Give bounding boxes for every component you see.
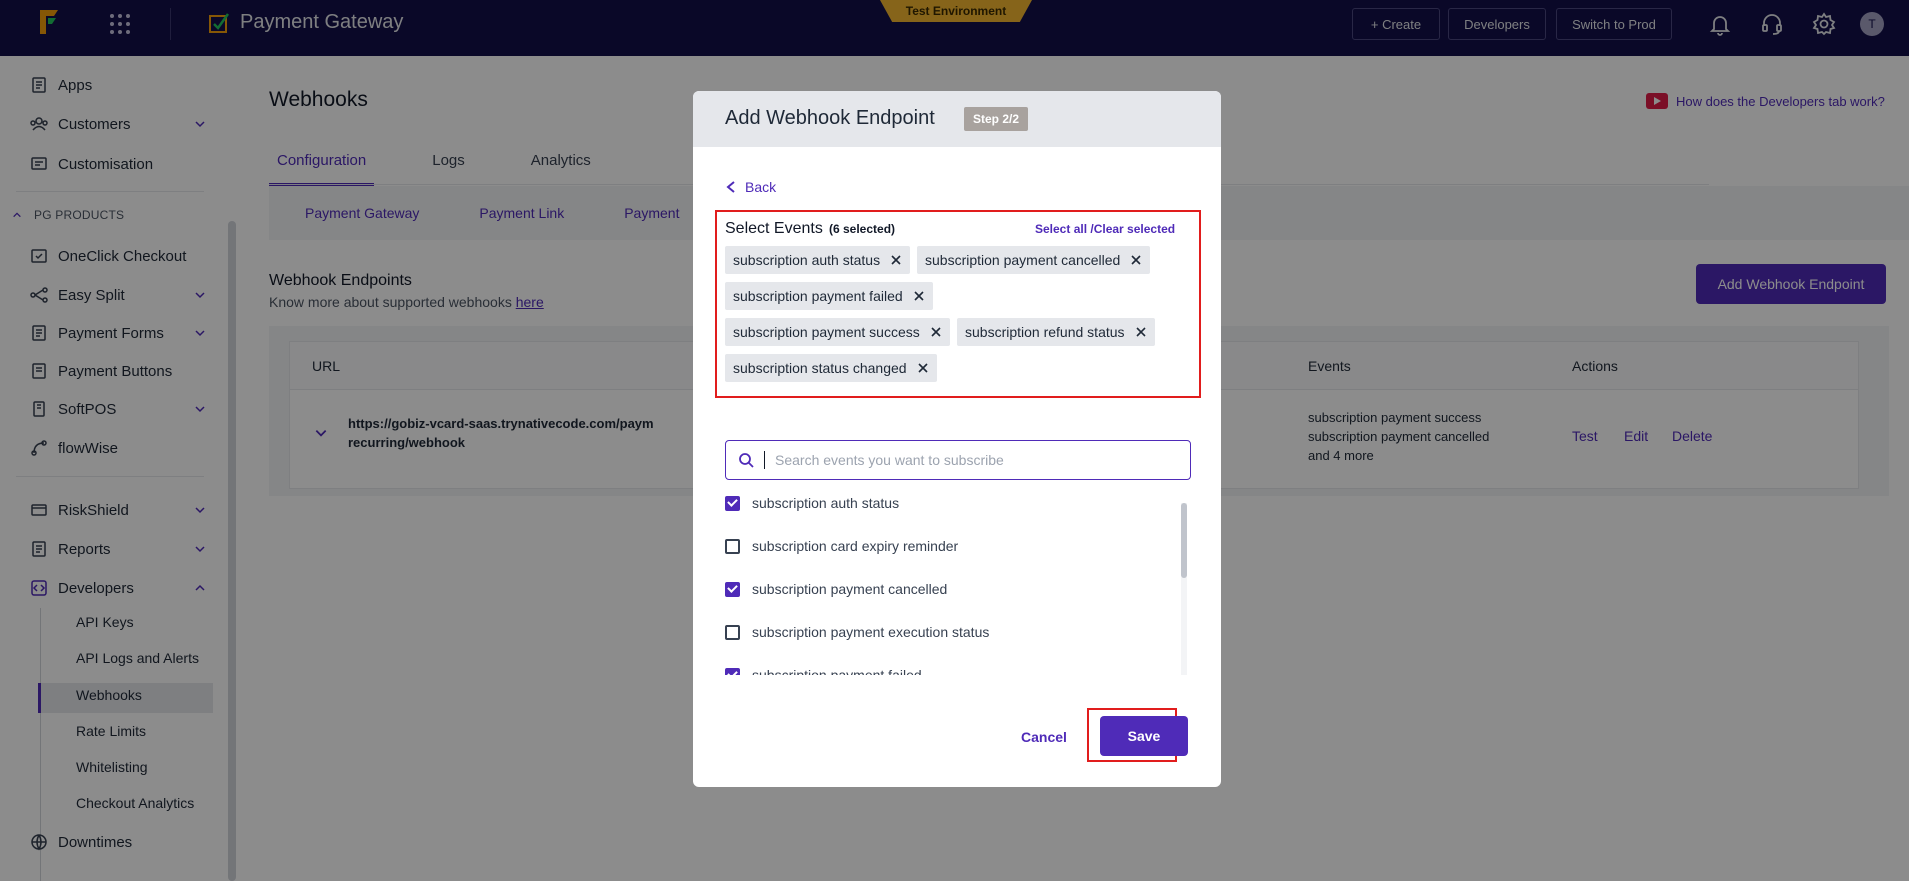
remove-chip-icon[interactable] bbox=[1130, 254, 1142, 266]
event-chip-label: subscription payment cancelled bbox=[925, 252, 1121, 268]
event-chip-label: subscription refund status bbox=[965, 324, 1125, 340]
remove-chip-icon[interactable] bbox=[890, 254, 902, 266]
save-button[interactable]: Save bbox=[1100, 716, 1188, 756]
event-option[interactable]: subscription payment execution status bbox=[725, 624, 989, 640]
event-option[interactable]: subscription auth status bbox=[725, 495, 899, 511]
cancel-button[interactable]: Cancel bbox=[1021, 729, 1067, 745]
checkbox-checked[interactable] bbox=[725, 495, 740, 511]
back-button[interactable]: Back bbox=[725, 179, 776, 195]
event-chip: subscription refund status bbox=[957, 318, 1155, 346]
modal-title: Add Webhook Endpoint bbox=[725, 107, 935, 129]
event-option[interactable]: subscription payment failed bbox=[725, 667, 922, 675]
event-chip-label: subscription payment failed bbox=[733, 288, 903, 304]
event-chip: subscription payment success bbox=[725, 318, 950, 346]
options-scroll-thumb[interactable] bbox=[1181, 503, 1187, 578]
event-chip-label: subscription status changed bbox=[733, 360, 907, 376]
select-all-clear-link[interactable]: Select all /Clear selected bbox=[1035, 222, 1175, 236]
event-chip-label: subscription auth status bbox=[733, 252, 881, 268]
event-chip-label: subscription payment success bbox=[733, 324, 920, 340]
search-icon bbox=[739, 453, 754, 468]
event-chip: subscription auth status bbox=[725, 246, 911, 274]
remove-chip-icon[interactable] bbox=[1135, 326, 1147, 338]
remove-chip-icon[interactable] bbox=[913, 290, 925, 302]
checkbox-unchecked[interactable] bbox=[725, 538, 740, 554]
selected-events-box: Select Events (6 selected) Select all /C… bbox=[715, 210, 1201, 398]
event-search-input[interactable] bbox=[775, 452, 1175, 468]
event-option[interactable]: subscription card expiry reminder bbox=[725, 538, 958, 554]
checkbox-checked[interactable] bbox=[725, 667, 740, 675]
event-option-label: subscription card expiry reminder bbox=[752, 538, 959, 554]
event-chip: subscription payment cancelled bbox=[917, 246, 1151, 274]
text-caret bbox=[764, 451, 765, 469]
event-option[interactable]: subscription payment cancelled bbox=[725, 581, 947, 597]
event-option-label: subscription payment cancelled bbox=[752, 581, 948, 597]
checkbox-unchecked[interactable] bbox=[725, 624, 740, 640]
event-options-list[interactable]: subscription auth status subscription ca… bbox=[725, 491, 1191, 675]
chevron-left-icon bbox=[726, 181, 735, 193]
step-badge: Step 2/2 bbox=[964, 107, 1028, 131]
event-option-label: subscription payment execution status bbox=[752, 624, 990, 640]
remove-chip-icon[interactable] bbox=[917, 362, 929, 374]
add-webhook-modal: Add Webhook Endpoint Step 2/2 Back Selec… bbox=[693, 91, 1221, 787]
event-search-field[interactable] bbox=[725, 440, 1191, 480]
back-label: Back bbox=[745, 179, 777, 195]
select-events-title: Select Events bbox=[725, 220, 823, 237]
selected-count: (6 selected) bbox=[829, 222, 896, 236]
modal-header: Add Webhook Endpoint Step 2/2 bbox=[693, 91, 1221, 147]
event-chip: subscription status changed bbox=[725, 354, 937, 382]
event-option-label: subscription payment failed bbox=[752, 667, 922, 675]
remove-chip-icon[interactable] bbox=[930, 326, 942, 338]
event-chip: subscription payment failed bbox=[725, 282, 933, 310]
checkbox-checked[interactable] bbox=[725, 581, 740, 597]
event-option-label: subscription auth status bbox=[752, 495, 900, 511]
